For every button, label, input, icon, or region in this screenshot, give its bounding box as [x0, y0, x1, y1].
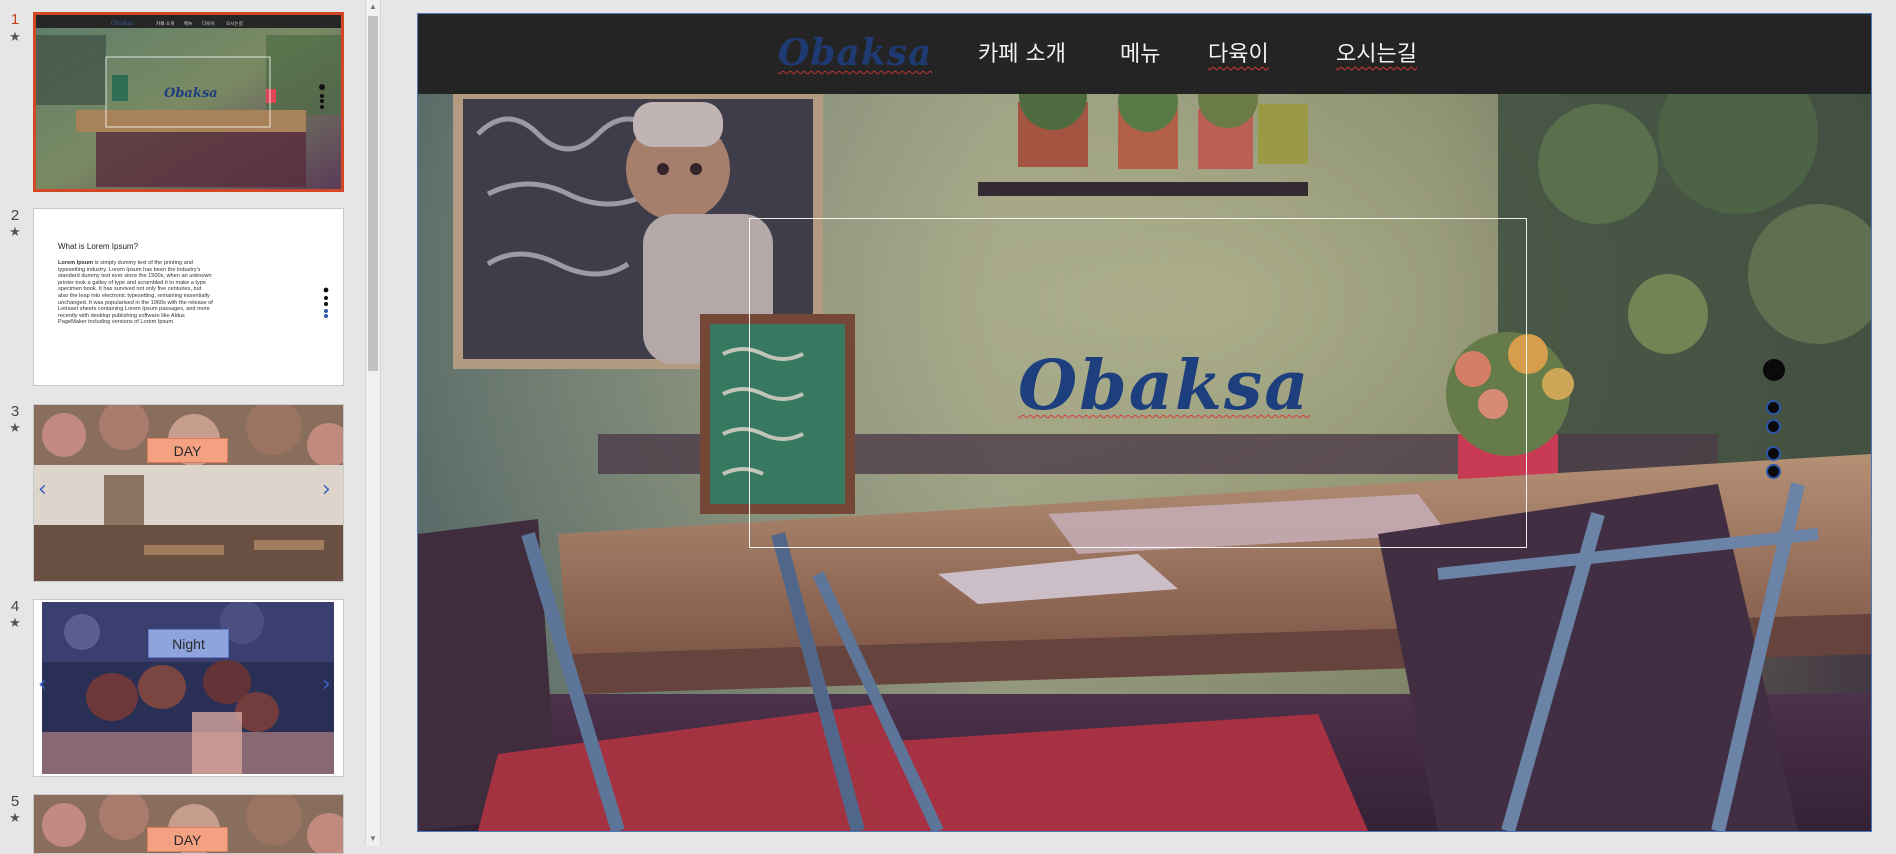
- site-navbar: Obaksa 카페 소개 메뉴 다육이 오시는길: [418, 14, 1871, 94]
- nav-item-menu[interactable]: 메뉴: [1120, 36, 1160, 68]
- page-dot-icon[interactable]: [1766, 464, 1781, 479]
- page-dot-icon[interactable]: [1766, 446, 1781, 461]
- day-label: DAY: [147, 438, 228, 463]
- page-dot-icon[interactable]: [1766, 419, 1781, 434]
- slide-thumbnail-5[interactable]: DAY: [33, 794, 344, 854]
- thumbnail-body-lead: Lorem Ipsum: [58, 260, 94, 266]
- scroll-down-arrow-icon[interactable]: ▼: [366, 832, 380, 846]
- scrollbar-thumb[interactable]: [368, 16, 378, 371]
- day-label: DAY: [147, 827, 228, 852]
- thumbnail-heading: What is Lorem Ipsum?: [58, 242, 139, 251]
- slide-animation-star-icon: ★: [9, 29, 21, 44]
- scroll-up-arrow-icon[interactable]: ▲: [366, 0, 380, 14]
- thumbnail-body-rest: is simply dummy text of the printing and…: [58, 260, 213, 326]
- page-dot-icon[interactable]: [1766, 400, 1781, 415]
- night-label: Night: [148, 629, 229, 658]
- svg-text:Obaksa: Obaksa: [111, 20, 134, 27]
- slide-thumbnail-1[interactable]: Obaksa 카페 소개 메뉴 다육이 오시는길 Obaksa: [33, 12, 344, 192]
- flower-cafe-photo-thumbnail: [34, 405, 343, 581]
- nav-item-directions[interactable]: 오시는길: [1336, 36, 1417, 68]
- slide-thumbnail-3[interactable]: DAY ‹ ›: [33, 404, 344, 582]
- slide-thumbnail-4[interactable]: Night ‹ ›: [33, 599, 344, 777]
- svg-text:다육이: 다육이: [202, 20, 215, 27]
- navigation-dots-icon: [323, 287, 329, 318]
- svg-text:카페 소개: 카페 소개: [156, 20, 174, 27]
- slide-animation-star-icon: ★: [9, 224, 21, 239]
- slide-number-2: 2: [10, 207, 20, 224]
- previous-arrow-icon: ‹: [38, 477, 47, 502]
- svg-text:Obaksa: Obaksa: [164, 86, 218, 101]
- wine-toast-photo-thumbnail: [42, 602, 334, 774]
- main-slide-canvas[interactable]: Obaksa 카페 소개 메뉴 다육이 오시는길 Obaksa: [417, 13, 1872, 832]
- slide-number-4: 4: [10, 598, 20, 615]
- slide-thumbnail-2[interactable]: What is Lorem Ipsum? Lorem Ipsum is simp…: [33, 208, 344, 386]
- page-dot-active-icon[interactable]: [1763, 359, 1785, 381]
- slide-animation-star-icon: ★: [9, 615, 21, 630]
- slide-number-1: 1: [10, 11, 20, 28]
- previous-arrow-icon: ‹: [38, 672, 47, 697]
- hero-title: Obaksa: [1018, 346, 1311, 426]
- nav-item-cafe-intro[interactable]: 카페 소개: [978, 36, 1066, 68]
- thumbnail-body-text: Lorem Ipsum is simply dummy text of the …: [58, 260, 213, 326]
- slide-thumbnail-pane: 1 ★ Obaksa 카페 소개 메뉴 다육이 오시는길 Obaksa 2 ★ …: [0, 0, 366, 854]
- slide-number-5: 5: [10, 793, 20, 810]
- cafe-photo-thumbnail: Obaksa 카페 소개 메뉴 다육이 오시는길 Obaksa: [36, 15, 341, 189]
- slide-animation-star-icon: ★: [9, 810, 21, 825]
- nav-logo[interactable]: Obaksa: [778, 32, 932, 74]
- svg-text:오시는길: 오시는길: [226, 20, 243, 27]
- nav-item-succulents[interactable]: 다육이: [1208, 36, 1269, 68]
- svg-text:메뉴: 메뉴: [184, 20, 192, 27]
- thumbnail-scrollbar[interactable]: ▲ ▼: [365, 0, 381, 846]
- next-arrow-icon: ›: [322, 672, 331, 697]
- slide-animation-star-icon: ★: [9, 420, 21, 435]
- slide-number-3: 3: [10, 403, 20, 420]
- next-arrow-icon: ›: [322, 477, 331, 502]
